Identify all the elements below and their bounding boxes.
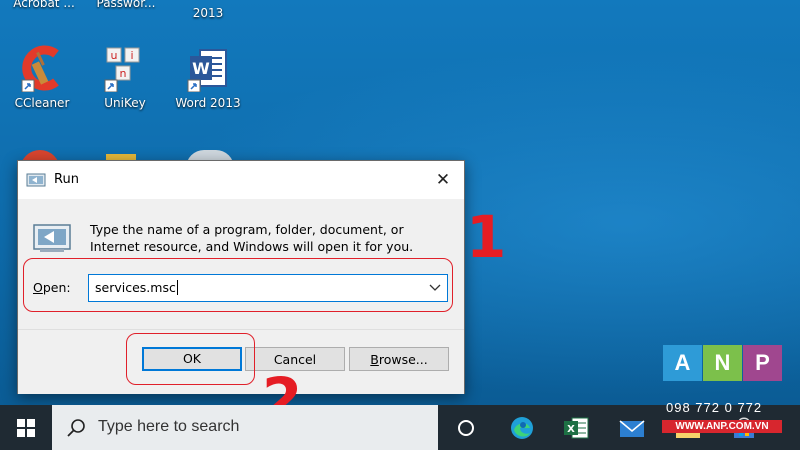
taskbar-search-box[interactable]: Type here to search <box>52 405 438 450</box>
run-large-icon <box>33 224 71 252</box>
desktop-icon-powerpoint[interactable]: 2013 <box>170 6 246 20</box>
search-icon <box>67 419 85 437</box>
desktop-icon-acrobat[interactable]: Acrobat ... <box>6 0 82 10</box>
run-icon <box>26 173 46 187</box>
dialog-title: Run <box>54 172 79 187</box>
desktop-icon-label: CCleaner <box>14 96 70 110</box>
svg-text:i: i <box>130 49 133 62</box>
step-number-1: 1 <box>466 203 507 271</box>
desktop-icon-ccleaner[interactable]: CCleaner <box>4 44 80 110</box>
word-icon: W <box>187 49 227 93</box>
desktop-icon-word[interactable]: W Word 2013 <box>170 44 246 110</box>
desktop-icon-label: Passwor... <box>96 0 156 10</box>
desktop-icon-label: 2013 <box>192 6 224 20</box>
windows-start-icon[interactable] <box>0 405 52 450</box>
anp-logo: A N P <box>663 345 783 381</box>
close-button[interactable]: ✕ <box>432 169 454 191</box>
brand-phone: 098 772 0 772 <box>666 400 763 415</box>
edge-icon[interactable] <box>508 414 536 442</box>
desktop-icon-unikey[interactable]: u i n UniKey <box>87 44 163 110</box>
desktop-icon-label: Acrobat ... <box>13 0 75 10</box>
browse-rest: rowse... <box>378 352 428 367</box>
svg-text:W: W <box>192 59 210 78</box>
excel-icon[interactable]: X <box>562 414 590 442</box>
mail-icon[interactable] <box>618 414 646 442</box>
svg-text:X: X <box>567 424 575 435</box>
ccleaner-icon <box>21 45 59 93</box>
logo-letter-a: A <box>663 345 702 381</box>
search-placeholder: Type here to search <box>98 418 240 435</box>
desktop-icon-kaspersky[interactable]: Passwor... <box>88 0 164 10</box>
desktop-icon-label: Word 2013 <box>175 96 241 110</box>
title-bar[interactable]: Run ✕ <box>18 161 464 199</box>
svg-text:n: n <box>120 67 127 80</box>
task-view-icon[interactable] <box>452 414 480 442</box>
close-icon: ✕ <box>435 170 451 190</box>
dialog-description: Type the name of a program, folder, docu… <box>90 222 414 254</box>
logo-letter-p: P <box>743 345 782 381</box>
desktop-icon-label: UniKey <box>104 96 146 110</box>
browse-button[interactable]: Browse... <box>349 347 449 371</box>
highlight-ok-button <box>126 333 255 385</box>
brand-website: WWW.ANP.COM.VN <box>662 420 782 433</box>
browse-accel: B <box>370 352 379 367</box>
unikey-icon: u i n <box>104 47 140 93</box>
logo-letter-n: N <box>703 345 742 381</box>
svg-text:u: u <box>111 49 118 62</box>
highlight-open-field <box>23 258 453 312</box>
